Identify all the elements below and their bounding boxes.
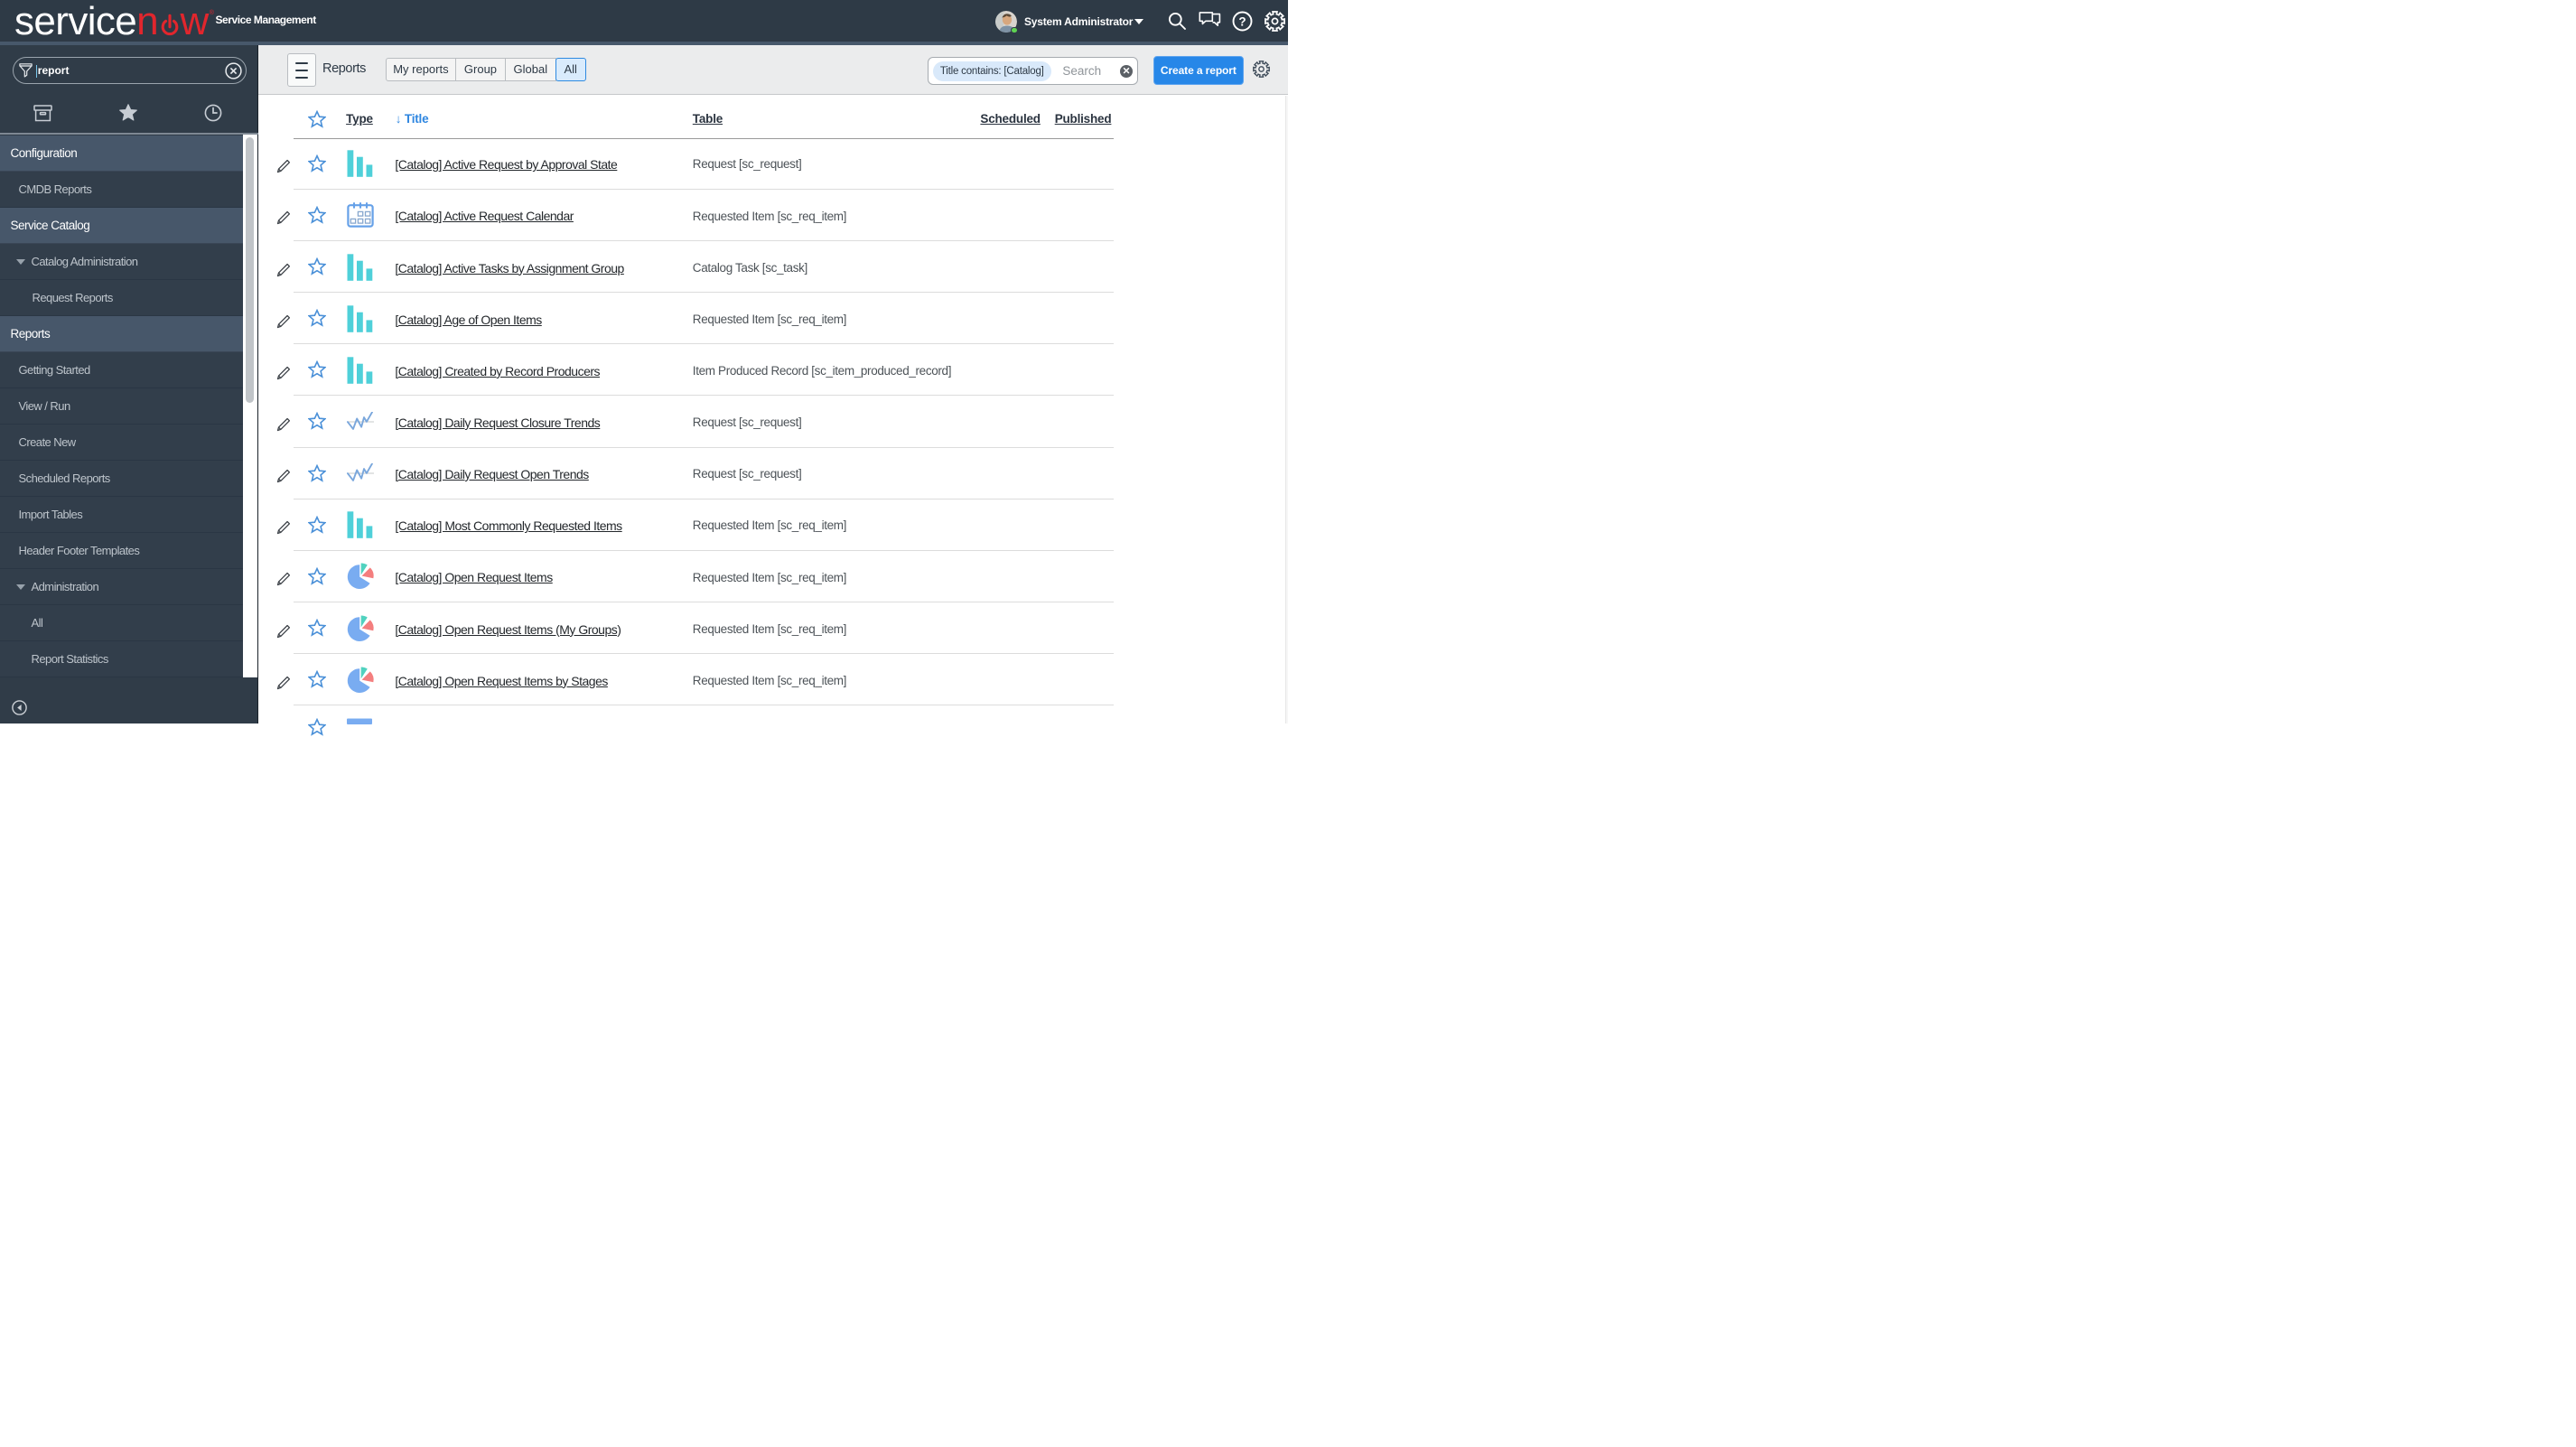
- svg-text:?: ?: [1238, 14, 1246, 28]
